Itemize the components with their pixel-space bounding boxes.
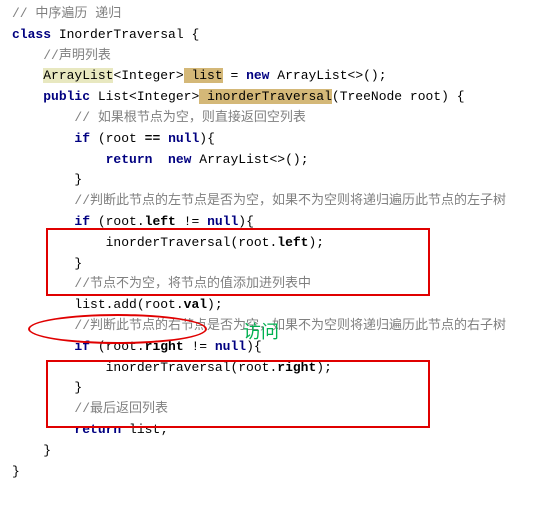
method-name: inorderTraversal bbox=[199, 89, 332, 104]
code-line: class InorderTraversal { bbox=[12, 25, 541, 46]
tail: ); bbox=[316, 360, 332, 375]
keyword-class: class bbox=[12, 27, 51, 42]
code-line: list.add(root.val); bbox=[12, 295, 541, 316]
keyword-new: new bbox=[246, 68, 277, 83]
expr: (root. bbox=[90, 339, 145, 354]
brace: } bbox=[74, 380, 82, 395]
tail: ); bbox=[308, 235, 324, 250]
field-left: left bbox=[145, 214, 176, 229]
op: = bbox=[223, 68, 246, 83]
code-line: return new ArrayList<>(); bbox=[12, 150, 541, 171]
generic: <Integer> bbox=[129, 89, 199, 104]
sp bbox=[160, 131, 168, 146]
field-val: val bbox=[184, 297, 207, 312]
call: list.add(root. bbox=[74, 297, 183, 312]
field-right: right bbox=[145, 339, 184, 354]
code-line: if (root.right != null){ bbox=[12, 337, 541, 358]
code-line: if (root == null){ bbox=[12, 129, 541, 150]
keyword-if: if bbox=[74, 214, 90, 229]
keyword-return: return bbox=[74, 422, 121, 437]
code-line: } bbox=[12, 462, 541, 483]
type: ArrayList bbox=[199, 152, 269, 167]
code-line: public List<Integer> inorderTraversal(Tr… bbox=[12, 87, 541, 108]
code-line: //判断此节点的右节点是否为空，如果不为空则将递归遍历此节点的右子树 bbox=[12, 316, 541, 337]
call: inorderTraversal(root. bbox=[106, 235, 278, 250]
comment-text: //最后返回列表 bbox=[74, 401, 168, 416]
brace: } bbox=[74, 172, 82, 187]
field-left: left bbox=[277, 235, 308, 250]
brace: { bbox=[184, 27, 200, 42]
code-line: } bbox=[12, 170, 541, 191]
keyword-null: null bbox=[168, 131, 199, 146]
tail: ){ bbox=[199, 131, 215, 146]
tail: ){ bbox=[238, 214, 254, 229]
expr: list; bbox=[121, 422, 168, 437]
keyword-null: null bbox=[207, 214, 238, 229]
code-line: if (root.left != null){ bbox=[12, 212, 541, 233]
op: != bbox=[184, 339, 215, 354]
keyword-return: return bbox=[106, 152, 153, 167]
tail: <>(); bbox=[269, 152, 308, 167]
code-line: ArrayList<Integer> list = new ArrayList<… bbox=[12, 66, 541, 87]
code-line: //判断此节点的左节点是否为空，如果不为空则将递归遍历此节点的左子树 bbox=[12, 191, 541, 212]
keyword-new: new bbox=[168, 152, 199, 167]
type-arraylist: ArrayList bbox=[43, 68, 113, 83]
tail: <>(); bbox=[348, 68, 387, 83]
call: inorderTraversal(root. bbox=[106, 360, 278, 375]
code-line: return list; bbox=[12, 420, 541, 441]
comment-text: //节点不为空，将节点的值添加进列表中 bbox=[74, 276, 311, 291]
field-right: right bbox=[277, 360, 316, 375]
code-line: // 中序遍历 递归 bbox=[12, 4, 541, 25]
type: ArrayList bbox=[277, 68, 347, 83]
generic: <Integer> bbox=[113, 68, 183, 83]
comment-text: // 如果根节点为空，则直接返回空列表 bbox=[74, 110, 305, 125]
code-line: //声明列表 bbox=[12, 46, 541, 67]
code-line: //最后返回列表 bbox=[12, 399, 541, 420]
keyword-public: public bbox=[43, 89, 90, 104]
code-content: // 中序遍历 递归 class InorderTraversal { //声明… bbox=[0, 0, 545, 486]
class-name: InorderTraversal bbox=[51, 27, 184, 42]
params: (TreeNode root) { bbox=[332, 89, 465, 104]
code-line: } bbox=[12, 441, 541, 462]
code-line: //节点不为空，将节点的值添加进列表中 bbox=[12, 274, 541, 295]
var-list: list bbox=[184, 68, 223, 83]
code-line: inorderTraversal(root.right); bbox=[12, 358, 541, 379]
op: != bbox=[176, 214, 207, 229]
code-line: // 如果根节点为空，则直接返回空列表 bbox=[12, 108, 541, 129]
keyword-if: if bbox=[74, 339, 90, 354]
op-eqeq: == bbox=[145, 131, 161, 146]
comment-text: //判断此节点的左节点是否为空，如果不为空则将递归遍历此节点的左子树 bbox=[74, 193, 506, 208]
code-line: inorderTraversal(root.left); bbox=[12, 233, 541, 254]
comment-text: //声明列表 bbox=[43, 48, 111, 63]
tail: ); bbox=[207, 297, 223, 312]
brace: } bbox=[43, 443, 51, 458]
expr: (root bbox=[90, 131, 145, 146]
code-line: } bbox=[12, 378, 541, 399]
code-line: } bbox=[12, 254, 541, 275]
comment-text: //判断此节点的右节点是否为空，如果不为空则将递归遍历此节点的右子树 bbox=[74, 318, 506, 333]
type: List bbox=[90, 89, 129, 104]
tail: ){ bbox=[246, 339, 262, 354]
brace: } bbox=[12, 464, 20, 479]
comment-text: // 中序遍历 递归 bbox=[12, 6, 121, 21]
sp bbox=[152, 152, 168, 167]
keyword-if: if bbox=[74, 131, 90, 146]
keyword-null: null bbox=[215, 339, 246, 354]
expr: (root. bbox=[90, 214, 145, 229]
brace: } bbox=[74, 256, 82, 271]
